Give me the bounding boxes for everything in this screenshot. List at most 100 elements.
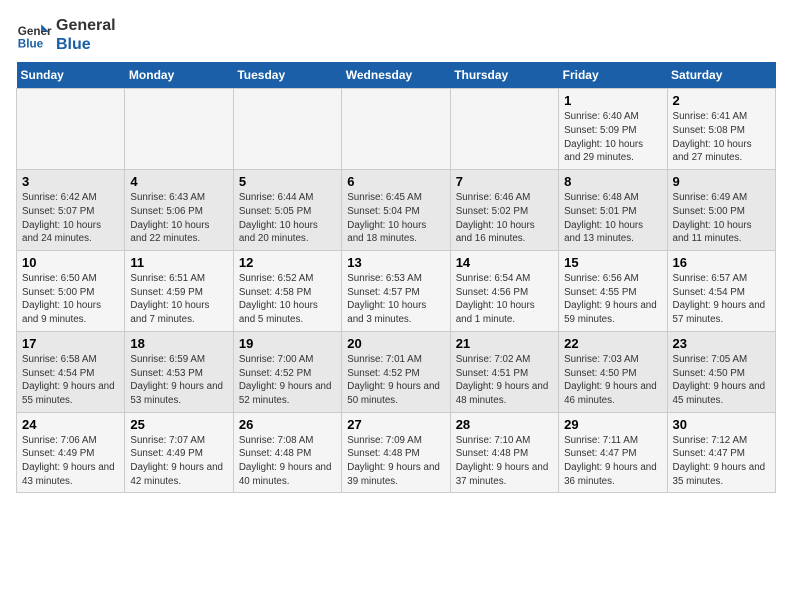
weekday-header-monday: Monday [125, 62, 233, 89]
calendar-cell: 22Sunrise: 7:03 AM Sunset: 4:50 PM Dayli… [559, 331, 667, 412]
calendar-cell: 1 Sunrise: 6:40 AM Sunset: 5:09 PM Daylig… [559, 89, 667, 170]
calendar-week-5: 24Sunrise: 7:06 AM Sunset: 4:49 PM Dayli… [17, 412, 776, 493]
calendar-cell: 25Sunrise: 7:07 AM Sunset: 4:49 PM Dayli… [125, 412, 233, 493]
logo-general: General [56, 16, 116, 35]
calendar-cell [342, 89, 450, 170]
day-info: Sunrise: 6:54 AM Sunset: 4:56 PM Dayligh… [456, 272, 553, 327]
day-info: Sunrise: 7:11 AM Sunset: 4:47 PM Dayligh… [564, 434, 661, 489]
calendar-cell: 29 Sunrise: 7:11 AM Sunset: 4:47 PM Dayli… [559, 412, 667, 493]
calendar-cell: 16Sunrise: 6:57 AM Sunset: 4:54 PM Dayli… [667, 251, 775, 332]
day-number: 22 [564, 336, 661, 351]
day-number: 18 [130, 336, 227, 351]
weekday-header-row: SundayMondayTuesdayWednesdayThursdayFrid… [17, 62, 776, 89]
calendar-cell [17, 89, 125, 170]
day-number: 1 [564, 93, 661, 108]
calendar-cell: 18 Sunrise: 6:59 AM Sunset: 4:53 PM Dayli… [125, 331, 233, 412]
day-info: Sunrise: 6:49 AM Sunset: 5:00 PM Dayligh… [673, 191, 770, 246]
calendar-cell: 9 Sunrise: 6:49 AM Sunset: 5:00 PM Daylig… [667, 170, 775, 251]
day-info: Sunrise: 6:46 AM Sunset: 5:02 PM Dayligh… [456, 191, 553, 246]
calendar-cell: 20 Sunrise: 7:01 AM Sunset: 4:52 PM Dayli… [342, 331, 450, 412]
calendar-week-3: 10 Sunrise: 6:50 AM Sunset: 5:00 PM Dayli… [17, 251, 776, 332]
calendar-body: 1 Sunrise: 6:40 AM Sunset: 5:09 PM Daylig… [17, 89, 776, 493]
day-number: 23 [673, 336, 770, 351]
day-number: 29 [564, 417, 661, 432]
day-info: Sunrise: 6:48 AM Sunset: 5:01 PM Dayligh… [564, 191, 661, 246]
day-info: Sunrise: 6:50 AM Sunset: 5:00 PM Dayligh… [22, 272, 119, 327]
calendar-cell: 8 Sunrise: 6:48 AM Sunset: 5:01 PM Daylig… [559, 170, 667, 251]
day-number: 24 [22, 417, 119, 432]
calendar-cell: 19 Sunrise: 7:00 AM Sunset: 4:52 PM Dayli… [233, 331, 341, 412]
day-number: 27 [347, 417, 444, 432]
calendar-cell: 26Sunrise: 7:08 AM Sunset: 4:48 PM Dayli… [233, 412, 341, 493]
calendar-header: SundayMondayTuesdayWednesdayThursdayFrid… [17, 62, 776, 89]
day-number: 12 [239, 255, 336, 270]
calendar-cell: 5 Sunrise: 6:44 AM Sunset: 5:05 PM Daylig… [233, 170, 341, 251]
day-info: Sunrise: 6:53 AM Sunset: 4:57 PM Dayligh… [347, 272, 444, 327]
day-info: Sunrise: 6:56 AM Sunset: 4:55 PM Dayligh… [564, 272, 661, 327]
logo-blue: Blue [56, 35, 116, 54]
weekday-header-thursday: Thursday [450, 62, 558, 89]
calendar-cell: 28 Sunrise: 7:10 AM Sunset: 4:48 PM Dayli… [450, 412, 558, 493]
calendar-cell: 6Sunrise: 6:45 AM Sunset: 5:04 PM Daylig… [342, 170, 450, 251]
calendar-cell: 15 Sunrise: 6:56 AM Sunset: 4:55 PM Dayli… [559, 251, 667, 332]
day-info: Sunrise: 7:07 AM Sunset: 4:49 PM Dayligh… [130, 434, 227, 489]
day-info: Sunrise: 6:59 AM Sunset: 4:53 PM Dayligh… [130, 353, 227, 408]
day-number: 15 [564, 255, 661, 270]
day-info: Sunrise: 6:52 AM Sunset: 4:58 PM Dayligh… [239, 272, 336, 327]
calendar-cell: 17Sunrise: 6:58 AM Sunset: 4:54 PM Dayli… [17, 331, 125, 412]
calendar-cell: 11Sunrise: 6:51 AM Sunset: 4:59 PM Dayli… [125, 251, 233, 332]
calendar-cell: 13 Sunrise: 6:53 AM Sunset: 4:57 PM Dayli… [342, 251, 450, 332]
day-number: 28 [456, 417, 553, 432]
day-info: Sunrise: 7:09 AM Sunset: 4:48 PM Dayligh… [347, 434, 444, 489]
day-info: Sunrise: 7:10 AM Sunset: 4:48 PM Dayligh… [456, 434, 553, 489]
day-number: 11 [130, 255, 227, 270]
calendar-table: SundayMondayTuesdayWednesdayThursdayFrid… [16, 62, 776, 493]
day-info: Sunrise: 6:41 AM Sunset: 5:08 PM Dayligh… [673, 110, 770, 165]
day-number: 7 [456, 174, 553, 189]
day-number: 4 [130, 174, 227, 189]
calendar-cell: 27 Sunrise: 7:09 AM Sunset: 4:48 PM Dayli… [342, 412, 450, 493]
weekday-header-sunday: Sunday [17, 62, 125, 89]
day-number: 20 [347, 336, 444, 351]
day-number: 17 [22, 336, 119, 351]
logo: General Blue General Blue [16, 16, 116, 54]
weekday-header-tuesday: Tuesday [233, 62, 341, 89]
day-number: 3 [22, 174, 119, 189]
day-number: 21 [456, 336, 553, 351]
day-info: Sunrise: 7:08 AM Sunset: 4:48 PM Dayligh… [239, 434, 336, 489]
weekday-header-saturday: Saturday [667, 62, 775, 89]
calendar-cell: 14Sunrise: 6:54 AM Sunset: 4:56 PM Dayli… [450, 251, 558, 332]
weekday-header-friday: Friday [559, 62, 667, 89]
calendar-cell: 21 Sunrise: 7:02 AM Sunset: 4:51 PM Dayli… [450, 331, 558, 412]
day-info: Sunrise: 6:57 AM Sunset: 4:54 PM Dayligh… [673, 272, 770, 327]
day-info: Sunrise: 7:02 AM Sunset: 4:51 PM Dayligh… [456, 353, 553, 408]
day-number: 5 [239, 174, 336, 189]
day-number: 9 [673, 174, 770, 189]
calendar-cell: 12 Sunrise: 6:52 AM Sunset: 4:58 PM Dayli… [233, 251, 341, 332]
day-info: Sunrise: 7:12 AM Sunset: 4:47 PM Dayligh… [673, 434, 770, 489]
calendar-week-1: 1 Sunrise: 6:40 AM Sunset: 5:09 PM Daylig… [17, 89, 776, 170]
day-number: 19 [239, 336, 336, 351]
day-number: 6 [347, 174, 444, 189]
day-number: 13 [347, 255, 444, 270]
calendar-cell: 30 Sunrise: 7:12 AM Sunset: 4:47 PM Dayli… [667, 412, 775, 493]
weekday-header-wednesday: Wednesday [342, 62, 450, 89]
day-info: Sunrise: 6:44 AM Sunset: 5:05 PM Dayligh… [239, 191, 336, 246]
calendar-cell: 23 Sunrise: 7:05 AM Sunset: 4:50 PM Dayli… [667, 331, 775, 412]
calendar-cell [450, 89, 558, 170]
day-number: 8 [564, 174, 661, 189]
day-info: Sunrise: 7:01 AM Sunset: 4:52 PM Dayligh… [347, 353, 444, 408]
calendar-cell: 7 Sunrise: 6:46 AM Sunset: 5:02 PM Daylig… [450, 170, 558, 251]
day-info: Sunrise: 6:42 AM Sunset: 5:07 PM Dayligh… [22, 191, 119, 246]
day-info: Sunrise: 7:05 AM Sunset: 4:50 PM Dayligh… [673, 353, 770, 408]
calendar-cell: 2Sunrise: 6:41 AM Sunset: 5:08 PM Daylig… [667, 89, 775, 170]
day-info: Sunrise: 7:00 AM Sunset: 4:52 PM Dayligh… [239, 353, 336, 408]
day-number: 10 [22, 255, 119, 270]
calendar-cell: 3 Sunrise: 6:42 AM Sunset: 5:07 PM Daylig… [17, 170, 125, 251]
calendar-week-4: 17Sunrise: 6:58 AM Sunset: 4:54 PM Dayli… [17, 331, 776, 412]
day-number: 30 [673, 417, 770, 432]
calendar-cell: 10 Sunrise: 6:50 AM Sunset: 5:00 PM Dayli… [17, 251, 125, 332]
day-info: Sunrise: 6:40 AM Sunset: 5:09 PM Dayligh… [564, 110, 661, 165]
calendar-cell [233, 89, 341, 170]
calendar-cell: 4Sunrise: 6:43 AM Sunset: 5:06 PM Daylig… [125, 170, 233, 251]
